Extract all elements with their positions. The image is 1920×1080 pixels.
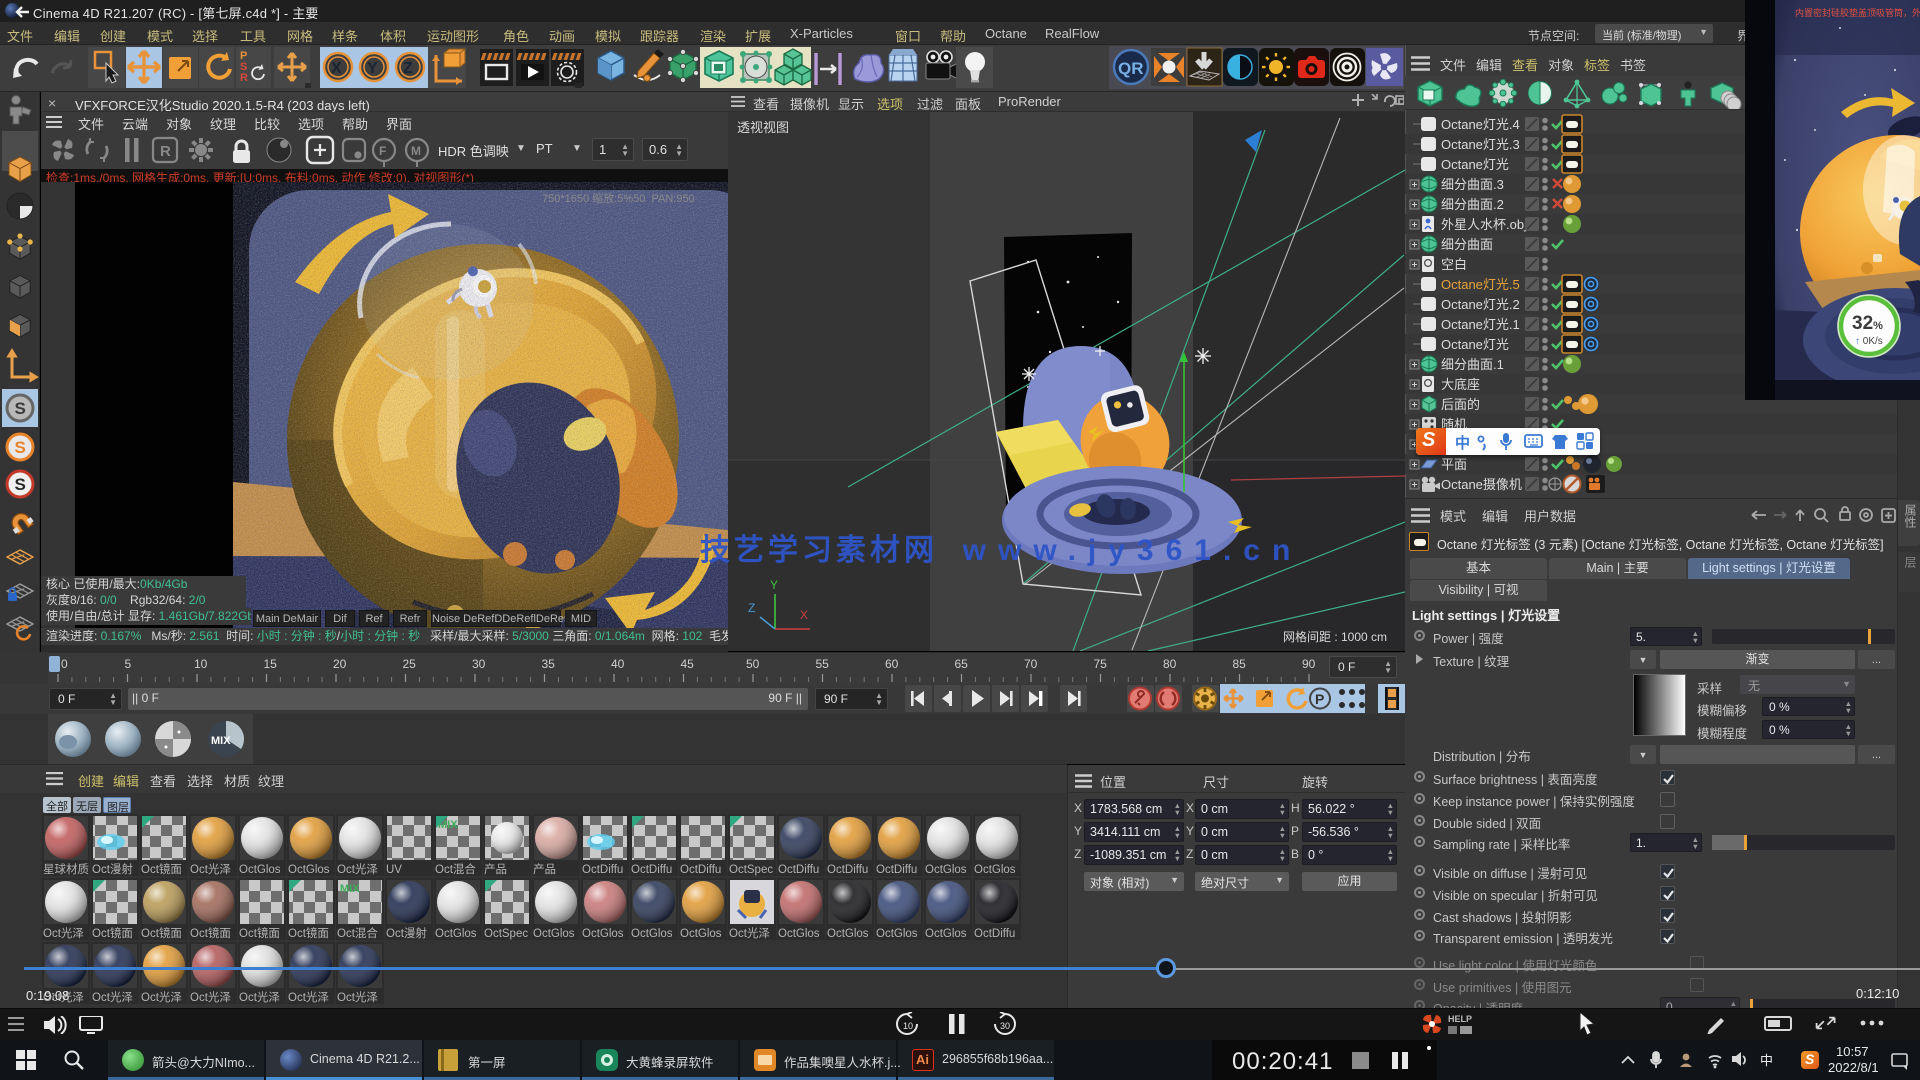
svg-text:Octane灯光.3: Octane灯光.3: [1441, 137, 1520, 152]
svg-text:Z: Z: [403, 60, 413, 77]
svg-text:HELP: HELP: [1448, 1014, 1472, 1024]
svg-text:OctGlos: OctGlos: [435, 928, 477, 940]
svg-text:OctGlos: OctGlos: [974, 864, 1016, 876]
svg-text:10: 10: [903, 1021, 913, 1031]
svg-text:内置密封硅胶垫盖顶吸管筒，外设防: 内置密封硅胶垫盖顶吸管筒，外设防: [1795, 7, 1920, 18]
svg-text:Oct漫射: Oct漫射: [92, 862, 133, 876]
svg-text:OctGlos: OctGlos: [533, 928, 575, 940]
svg-text:Oct光泽: Oct光泽: [92, 990, 133, 1004]
svg-text:Oct镜面: Oct镜面: [92, 926, 133, 940]
svg-text:Oct镜面: Oct镜面: [141, 862, 182, 876]
svg-text:OctDiffu: OctDiffu: [876, 864, 917, 876]
svg-text:Oct镜面: Oct镜面: [141, 926, 182, 940]
svg-text:后面的: 后面的: [1441, 397, 1480, 412]
svg-text:Oct镜面: Oct镜面: [239, 926, 280, 940]
svg-text:OctDiffu: OctDiffu: [778, 864, 819, 876]
svg-text:OctGlos: OctGlos: [827, 928, 869, 940]
svg-text:外星人水杯.obj: 外星人水杯.obj: [1441, 217, 1527, 232]
svg-text:OctSpec: OctSpec: [729, 864, 773, 876]
svg-text:Y: Y: [770, 578, 778, 592]
svg-text:OctDiffu: OctDiffu: [582, 864, 623, 876]
svg-text:Octane灯光.2: Octane灯光.2: [1441, 297, 1520, 312]
svg-text:OctGlos: OctGlos: [925, 864, 967, 876]
svg-text:R: R: [240, 72, 248, 84]
svg-text:星球材质: 星球材质: [43, 862, 89, 876]
svg-text:平面: 平面: [1441, 457, 1467, 472]
svg-text:OctDiffu: OctDiffu: [680, 864, 721, 876]
svg-text:Octane灯光: Octane灯光: [1441, 157, 1509, 172]
svg-text:MIX: MIX: [211, 735, 231, 747]
svg-text:Octane灯光.4: Octane灯光.4: [1441, 117, 1520, 132]
svg-text:30: 30: [1000, 1021, 1010, 1031]
svg-text:Octane灯光: Octane灯光: [1441, 337, 1509, 352]
svg-text:MIX: MIX: [340, 883, 360, 895]
svg-text:Oct镜面: Oct镜面: [190, 926, 231, 940]
svg-text:Z: Z: [748, 601, 755, 615]
svg-text:OctGlos: OctGlos: [778, 928, 820, 940]
svg-text:大底座: 大底座: [1441, 377, 1480, 392]
svg-text:中: 中: [1760, 1053, 1773, 1068]
svg-text:Oct光泽: Oct光泽: [190, 990, 231, 1004]
svg-text:Oct光泽: Oct光泽: [337, 990, 378, 1004]
svg-text:S: S: [15, 475, 26, 494]
svg-text:OctGlos: OctGlos: [876, 928, 918, 940]
svg-text:Oct光泽: Oct光泽: [141, 990, 182, 1004]
svg-text:OctGlos: OctGlos: [288, 864, 330, 876]
svg-text:OctSpec: OctSpec: [484, 928, 528, 940]
svg-text:S: S: [15, 399, 26, 418]
svg-text:空白: 空白: [1441, 257, 1467, 272]
svg-text:Oct光泽: Oct光泽: [239, 990, 280, 1004]
svg-text:细分曲面.2: 细分曲面.2: [1441, 197, 1504, 212]
svg-text:OctDiffu: OctDiffu: [631, 864, 672, 876]
svg-text:Oct光泽: Oct光泽: [729, 926, 770, 940]
svg-text:OctDiffu: OctDiffu: [827, 864, 868, 876]
svg-text:Oct光泽: Oct光泽: [43, 926, 84, 940]
svg-text:Oct混合: Oct混合: [435, 862, 476, 876]
svg-text:UV: UV: [386, 864, 402, 876]
svg-text:OctGlos: OctGlos: [680, 928, 722, 940]
svg-text:OctGlos: OctGlos: [631, 928, 673, 940]
svg-text:Oct镜面: Oct镜面: [288, 926, 329, 940]
svg-text:↑ 0K/s: ↑ 0K/s: [1855, 336, 1883, 347]
svg-text:Octane灯光.1: Octane灯光.1: [1441, 317, 1520, 332]
svg-text:P: P: [1315, 691, 1324, 707]
svg-text:X: X: [331, 60, 342, 77]
svg-text:Oct光泽: Oct光泽: [337, 862, 378, 876]
svg-text:产品: 产品: [484, 862, 507, 876]
svg-text:细分曲面.3: 细分曲面.3: [1441, 177, 1504, 192]
svg-text:OctDiffu: OctDiffu: [974, 928, 1015, 940]
svg-text:M: M: [411, 144, 421, 158]
svg-text:产品: 产品: [533, 862, 556, 876]
svg-text:X: X: [800, 608, 808, 622]
svg-text:QR: QR: [1118, 59, 1144, 78]
svg-text:Oct混合: Oct混合: [337, 926, 378, 940]
svg-text:Oct光泽: Oct光泽: [190, 862, 231, 876]
svg-text:Oct光泽: Oct光泽: [288, 990, 329, 1004]
svg-text:OctGlos: OctGlos: [925, 928, 967, 940]
svg-text:细分曲面: 细分曲面: [1441, 237, 1493, 252]
svg-text:OctGlos: OctGlos: [582, 928, 624, 940]
svg-text:Oct漫射: Oct漫射: [386, 926, 427, 940]
svg-text:R: R: [160, 143, 171, 160]
svg-text:Y: Y: [367, 60, 378, 77]
svg-text:Octane灯光.5: Octane灯光.5: [1441, 277, 1520, 292]
svg-text:细分曲面.1: 细分曲面.1: [1441, 357, 1504, 372]
svg-text:Octane摄像机: Octane摄像机: [1441, 477, 1522, 492]
svg-text:S: S: [15, 438, 26, 457]
svg-text:OctGlos: OctGlos: [239, 864, 281, 876]
svg-text:F: F: [379, 144, 386, 158]
